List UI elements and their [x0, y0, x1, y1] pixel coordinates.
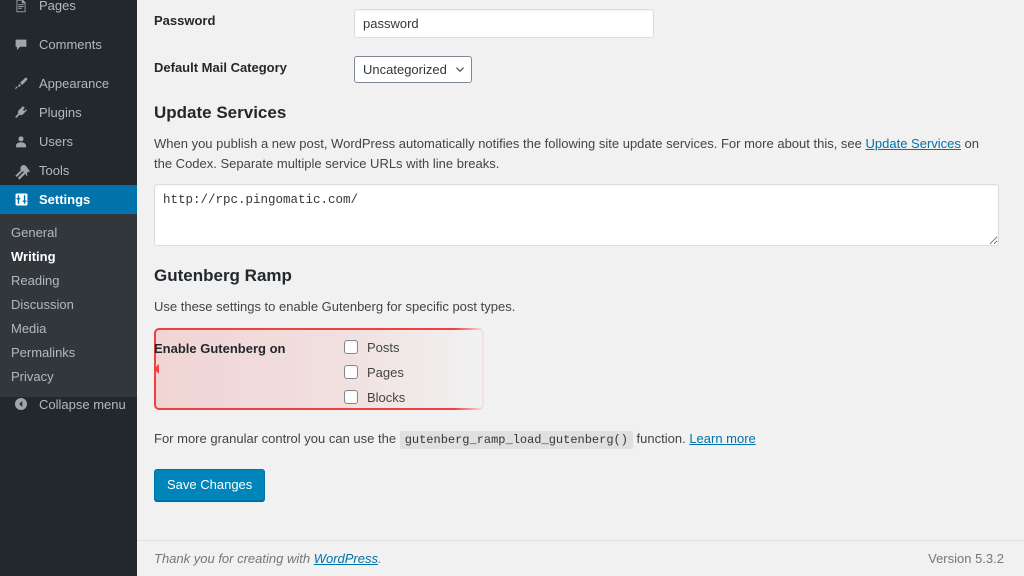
footer-version: Version 5.3.2 [928, 551, 1004, 566]
submit-area: Save Changes [154, 468, 1004, 501]
pages-checkbox-label: Pages [367, 364, 404, 380]
sidebar-item-label: Users [39, 134, 73, 149]
update-services-link[interactable]: Update Services [866, 136, 961, 151]
save-changes-button[interactable]: Save Changes [154, 468, 266, 501]
sidebar-item-comments[interactable]: Comments [0, 30, 137, 59]
granular-control-note: For more granular control you can use th… [154, 430, 1004, 449]
gutenberg-ramp-function-code: gutenberg_ramp_load_gutenberg() [399, 430, 633, 449]
table-row-password: Password [154, 0, 1004, 47]
blocks-checkbox[interactable] [344, 390, 358, 405]
checkbox-row-pages[interactable]: Pages [344, 365, 405, 380]
plugins-plug-icon [11, 103, 31, 123]
sidebar-subitem-permalinks[interactable]: Permalinks [0, 341, 137, 365]
appearance-brush-icon [11, 74, 31, 94]
blocks-checkbox-label: Blocks [367, 389, 406, 405]
settings-submenu: General Writing Reading Discussion Media… [0, 214, 137, 397]
posts-checkbox[interactable] [344, 340, 358, 355]
mail-settings-table: Password Default Mail Category Uncategor… [154, 0, 1004, 92]
sidebar-item-appearance[interactable]: Appearance [0, 69, 137, 98]
sidebar-subitem-discussion[interactable]: Discussion [0, 293, 137, 317]
tools-wrench-icon [11, 161, 31, 181]
pages-checkbox[interactable] [344, 365, 358, 380]
collapse-menu-button[interactable]: Collapse menu [0, 390, 137, 418]
sidebar-item-settings[interactable]: Settings [0, 185, 145, 214]
sidebar-item-label: Plugins [39, 105, 82, 120]
sidebar-subitem-general[interactable]: General [0, 221, 137, 245]
sidebar-item-label: Settings [39, 192, 91, 207]
table-row-mail-category: Default Mail Category Uncategorized [154, 47, 1004, 92]
sidebar-divider [0, 59, 137, 69]
settings-sliders-icon [11, 190, 31, 210]
wordpress-link[interactable]: WordPress [314, 551, 378, 566]
checkbox-row-posts[interactable]: Posts [344, 340, 405, 355]
sidebar-item-label: Appearance [39, 76, 110, 91]
mail-category-select-wrap: Uncategorized [354, 56, 472, 83]
footer-thanks: Thank you for creating with WordPress. [154, 551, 382, 566]
sidebar-item-plugins[interactable]: Plugins [0, 98, 137, 127]
mail-category-label: Default Mail Category [154, 60, 287, 75]
footer-thanks-suffix: . [378, 551, 382, 566]
posts-checkbox-label: Posts [367, 339, 400, 355]
learn-more-link[interactable]: Learn more [689, 431, 755, 446]
sidebar-item-pages[interactable]: Pages [0, 0, 137, 20]
gutenberg-ramp-title: Gutenberg Ramp [154, 266, 292, 286]
mail-category-select[interactable]: Uncategorized [354, 56, 472, 83]
sidebar-item-label: Comments [39, 37, 102, 52]
sidebar-item-label: Pages [39, 0, 76, 13]
main-content: Password Default Mail Category Uncategor… [137, 0, 1024, 576]
collapse-menu-label: Collapse menu [39, 396, 126, 412]
post-type-checkbox-list: Posts Pages Blocks [344, 340, 405, 405]
update-services-description: When you publish a new post, WordPress a… [154, 134, 994, 174]
sidebar-item-users[interactable]: Users [0, 127, 137, 156]
granular-part2: function. [632, 430, 690, 446]
pages-icon [11, 0, 31, 16]
admin-footer: Thank you for creating with WordPress. V… [137, 540, 1024, 576]
update-services-title: Update Services [154, 103, 287, 122]
mail-category-cell: Uncategorized [344, 47, 1004, 92]
users-icon [11, 132, 31, 152]
sidebar-subitem-privacy[interactable]: Privacy [0, 365, 137, 389]
gutenberg-ramp-description: Use these settings to enable Gutenberg f… [154, 299, 516, 315]
sidebar-subitem-reading[interactable]: Reading [0, 269, 137, 293]
admin-sidebar: Pages Comments Appearance Plugins Users … [0, 0, 145, 576]
enable-gutenberg-highlight-region: Enable Gutenberg on Posts Pages Blocks [154, 325, 490, 417]
sidebar-subitem-media[interactable]: Media [0, 317, 137, 341]
checkbox-row-blocks[interactable]: Blocks [344, 390, 405, 405]
comments-icon [11, 35, 31, 55]
update-services-textarea[interactable]: http://rpc.pingomatic.com/ [154, 184, 999, 247]
sidebar-item-label: Tools [39, 163, 70, 178]
password-input[interactable] [354, 9, 654, 38]
sidebar-subitem-writing[interactable]: Writing [0, 245, 137, 269]
update-services-desc-part1: When you publish a new post, WordPress a… [154, 136, 866, 152]
granular-part1: For more granular control you can use th… [154, 430, 400, 446]
admin-screen: Pages Comments Appearance Plugins Users … [0, 0, 1024, 576]
footer-thanks-prefix: Thank you for creating with [154, 551, 314, 566]
password-cell [344, 0, 1004, 47]
sidebar-item-tools[interactable]: Tools [0, 156, 137, 185]
password-label: Password [154, 13, 216, 28]
enable-gutenberg-label: Enable Gutenberg on [154, 340, 286, 356]
collapse-arrow-left-icon [11, 394, 31, 414]
